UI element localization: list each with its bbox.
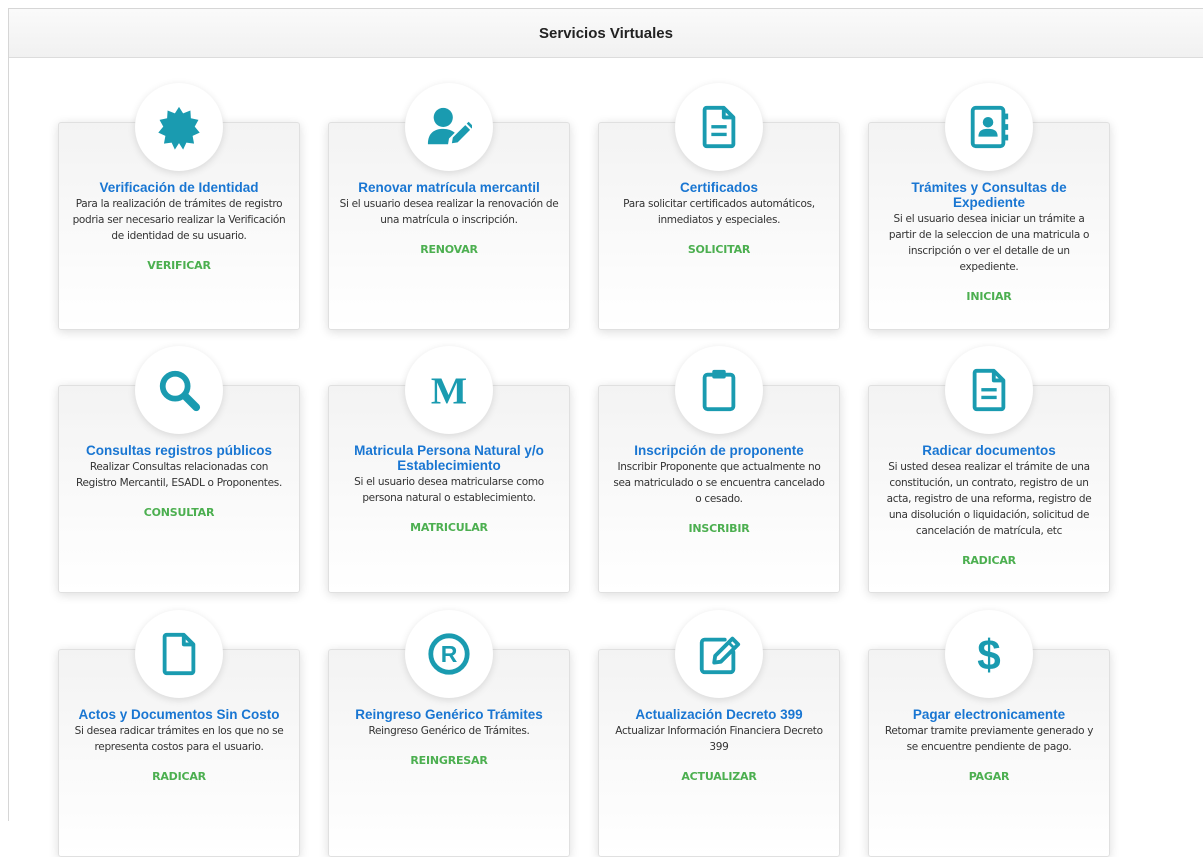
card-title: Actualización Decreto 399 (635, 707, 803, 722)
svg-text:R: R (441, 641, 458, 667)
matricular-link[interactable]: MATRICULAR (410, 521, 488, 534)
card-description: Inscribir Proponente que actualmente no … (613, 461, 825, 505)
card-title: Trámites y Consultas de Expediente (911, 180, 1067, 210)
verificar-link[interactable]: VERIFICAR (147, 259, 211, 272)
card-title: Inscripción de proponente (634, 443, 804, 458)
card-inscripcion-proponente: Inscripción de proponente Inscribir Prop… (598, 346, 840, 593)
card-description: Para la realización de trámites de regis… (72, 198, 286, 242)
card-title: Verificación de Identidad (99, 180, 259, 195)
inscribir-link[interactable]: INSCRIBIR (688, 522, 749, 535)
card-radicar-documentos: Radicar documentos Si usted desea realiz… (868, 346, 1110, 593)
card-description: Si usted desea realizar el trámite de un… (886, 461, 1092, 537)
pagar-link[interactable]: PAGAR (969, 770, 1010, 783)
badge-check-icon (135, 83, 223, 171)
radicar-link[interactable]: RADICAR (962, 554, 1016, 567)
card-title: Radicar documentos (922, 443, 1056, 458)
renovar-link[interactable]: RENOVAR (420, 243, 478, 256)
card-actualizacion-decreto: Actualización Decreto 399 Actualizar Inf… (598, 610, 840, 857)
card-title: Consultas registros públicos (85, 443, 273, 458)
card-matricula-persona: M Matricula Persona Natural y/o Establec… (328, 346, 570, 593)
card-renovar-matricula: Renovar matrícula mercantil Si el usuari… (328, 83, 570, 330)
card-title: Reingreso Genérico Trámites (355, 707, 543, 722)
iniciar-link[interactable]: INICIAR (966, 290, 1011, 303)
clipboard-icon (675, 346, 763, 434)
radicar-sin-costo-link[interactable]: RADICAR (152, 770, 206, 783)
card-description: Realizar Consultas relacionadas con Regi… (75, 461, 282, 489)
card-certificados: Certificados Para solicitar certificados… (598, 83, 840, 330)
card-consultas-registros: Consultas registros públicos Realizar Co… (58, 346, 300, 593)
letter-m-icon: M (405, 346, 493, 434)
card-actos-sin-costo: Actos y Documentos Sin Costo Si desea ra… (58, 610, 300, 857)
solicitar-link[interactable]: SOLICITAR (688, 243, 751, 256)
card-title: Actos y Documentos Sin Costo (78, 707, 280, 722)
panel-header: Servicios Virtuales (9, 9, 1203, 58)
dollar-icon: $ (945, 610, 1033, 698)
file-text-icon (945, 346, 1033, 434)
services-panel: Servicios Virtuales Verificación de Iden… (8, 8, 1203, 857)
file-icon (135, 610, 223, 698)
search-icon (135, 346, 223, 434)
card-description: Si el usuario desea iniciar un trámite a… (888, 213, 1090, 273)
svg-text:M: M (431, 370, 467, 412)
card-description: Si desea radicar trámites en los que no … (74, 725, 284, 753)
panel-title: Servicios Virtuales (539, 24, 673, 42)
user-edit-icon (405, 83, 493, 171)
card-title: Matricula Persona Natural y/o Establecim… (354, 443, 544, 473)
card-description: Reingreso Genérico de Trámites. (368, 725, 530, 737)
card-description: Actualizar Información Financiera Decret… (615, 725, 823, 753)
card-reingreso-tramites: R Reingreso Genérico Trámites Reingreso … (328, 610, 570, 857)
card-description: Si el usuario desea realizar la renovaci… (339, 198, 559, 226)
card-title: Pagar electronicamente (912, 707, 1066, 722)
card-description: Para solicitar certificados automáticos,… (623, 198, 815, 226)
card-description: Retomar tramite previamente generado y s… (884, 725, 1094, 753)
card-tramites-expediente: Trámites y Consultas de Expediente Si el… (868, 83, 1110, 330)
card-title: Certificados (679, 180, 759, 195)
card-description: Si el usuario desea matricularse como pe… (354, 476, 544, 504)
file-text-icon (675, 83, 763, 171)
registered-icon: R (405, 610, 493, 698)
card-pagar-electronicamente: $ Pagar electronicamente Retomar tramite… (868, 610, 1110, 857)
card-title: Renovar matrícula mercantil (358, 180, 540, 195)
address-book-icon (945, 83, 1033, 171)
reingresar-link[interactable]: REINGRESAR (410, 754, 487, 767)
edit-icon (675, 610, 763, 698)
svg-text:$: $ (977, 631, 1000, 677)
card-verificacion-identidad: Verificación de Identidad Para la realiz… (58, 83, 300, 330)
actualizar-link[interactable]: ACTUALIZAR (681, 770, 756, 783)
consultar-link[interactable]: CONSULTAR (144, 506, 215, 519)
